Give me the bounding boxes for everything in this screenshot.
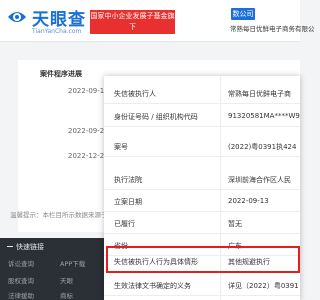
row-value: 常熟每日优鲜电子商 <box>228 90 291 98</box>
row-value: (2022)粤0391执424 <box>228 143 297 151</box>
row-label: 生效法律文书确定的义务 <box>114 282 191 290</box>
detail-row: 案号 (2022)粤0391执424 <box>104 135 300 157</box>
row-value: 深圳前海合作区人民 <box>228 176 291 184</box>
row-label: 案号 <box>114 143 128 151</box>
footer-link[interactable]: 股权查询 <box>8 275 34 285</box>
detail-row: 已履行 暂无 <box>104 212 300 234</box>
row-value: 2022-09-13 <box>228 197 269 205</box>
slogan-banner: 国家中小企业发展子基金旗下 官方备案企业征信机构 <box>90 10 175 42</box>
row-value: 91320581MA****W9 <box>228 112 300 120</box>
progress-date: 2022-12-22 <box>68 152 109 160</box>
progress-date: 2022-09-26 <box>68 127 109 135</box>
row-label: 执行法院 <box>114 176 142 184</box>
top-bar: 天眼查 TianYanCha.com 国家中小企业发展子基金旗下 官方备案企业征… <box>0 0 315 42</box>
footer-link[interactable]: 商标 <box>60 290 73 300</box>
footer-title-bar <box>7 246 13 247</box>
detail-row: 失信被执行人 常熟每日优鲜电子商 <box>104 82 300 104</box>
progress-date: 2022-09-13 <box>68 87 109 95</box>
logo-eye-icon <box>8 12 26 22</box>
row-label: 失信被执行人 <box>114 90 156 98</box>
footer-title: 快速链接 <box>16 243 44 251</box>
slogan-line-1: 国家中小企业发展子基金旗下 <box>90 12 175 31</box>
row-label: 身份证号码 / 组织机构代码 <box>114 113 198 121</box>
logo-url: TianYanCha.com <box>32 28 82 35</box>
row-label: 已履行 <box>114 220 135 228</box>
detail-row: 执行法院 深圳前海合作区人民 <box>104 168 300 190</box>
row-value[interactable]: 详见（2022）粤0391 <box>228 281 300 291</box>
footer-link[interactable]: 诉讼查询 <box>8 258 34 268</box>
detail-row: 生效法律文书确定的义务 详见（2022）粤0391 <box>104 274 300 296</box>
detail-row: 身份证号码 / 组织机构代码 91320581MA****W9 <box>104 105 300 127</box>
highlight-box <box>106 246 300 273</box>
company-name: 常熟每日优鲜电子商务有限公 <box>230 25 315 33</box>
footer-link[interactable]: 法律援助 <box>8 290 34 300</box>
footer-link[interactable]: 天眼 <box>60 275 73 285</box>
section-title: 案件程序进展 <box>40 70 82 78</box>
footer-link[interactable]: APP下载 <box>60 258 85 268</box>
slogan-line-2: 官方备案企业征信机构 <box>97 34 168 42</box>
row-value: 暂无 <box>228 220 242 228</box>
company-tag[interactable]: 数公司 <box>231 8 255 20</box>
detail-row: 立案日期 2022-09-13 <box>104 190 300 212</box>
logo-text: 天眼查 <box>32 10 86 30</box>
row-label: 立案日期 <box>114 198 142 206</box>
